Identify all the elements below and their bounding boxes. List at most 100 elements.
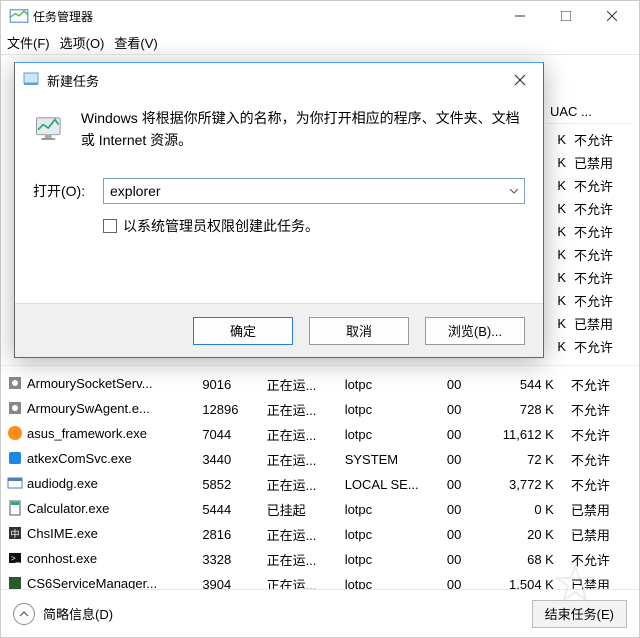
process-icon [7,375,23,391]
process-name: asus_framework.exe [27,426,147,441]
process-pid: 3328 [196,547,260,572]
process-icon [7,575,23,589]
new-task-dialog: 新建任务 Windows 将根据你所键入的名称，为你打开相应的程序、文件夹、文档… [14,62,544,358]
partial-row: K不允许 [546,289,632,312]
process-mem: 72 K [472,447,565,472]
browse-button[interactable]: 浏览(B)... [425,317,525,345]
partial-row: K不允许 [546,174,632,197]
process-icon [7,500,23,516]
process-user: lotpc [338,572,435,590]
process-name: ChsIME.exe [27,526,98,541]
process-status: 正在运... [260,472,338,497]
process-mem: 68 K [472,547,565,572]
table-row[interactable]: asus_framework.exe7044正在运...lotpc0011,61… [1,422,639,447]
process-pid: 12896 [196,397,260,422]
process-cpu: 00 [435,547,472,572]
process-cpu: 00 [435,472,472,497]
process-name: conhost.exe [27,551,97,566]
process-status: 正在运... [260,522,338,547]
menu-options[interactable]: 选项(O) [60,33,105,52]
process-icon [7,425,23,441]
process-cpu: 00 [435,522,472,547]
partial-row: K不允许 [546,335,632,358]
admin-checkbox-label: 以系统管理员权限创建此任务。 [123,216,319,236]
table-row[interactable]: CS6ServiceManager...3904正在运...lotpc001,5… [1,572,639,590]
process-status: 正在运... [260,397,338,422]
process-icon: 中 [7,525,23,541]
process-status: 正在运... [260,447,338,472]
process-uac: 不允许 [564,472,638,497]
table-row[interactable]: ArmourySocketServ...9016正在运...lotpc00544… [1,372,639,397]
partial-rows: K不允许K已禁用K不允许K不允许K不允许K不允许K不允许K不允许K已禁用K不允许 [546,128,632,358]
process-pid: 5852 [196,472,260,497]
cancel-button[interactable]: 取消 [309,317,409,345]
process-icon [7,475,23,491]
process-table: ArmourySocketServ...9016正在运...lotpc00544… [1,365,639,589]
footer: 简略信息(D) 结束任务(E) [1,589,639,637]
process-mem: 728 K [472,397,565,422]
svg-text:中: 中 [10,528,19,539]
dropdown-icon[interactable] [504,179,524,203]
process-icon: >_ [7,550,23,566]
run-icon [23,71,39,90]
brief-info-link[interactable]: 简略信息(D) [43,604,113,623]
process-icon [7,450,23,466]
process-mem: 0 K [472,497,565,522]
watermark-star-icon [555,563,595,606]
process-cpu: 00 [435,447,472,472]
process-uac: 不允许 [564,397,638,422]
process-pid: 9016 [196,372,260,397]
partial-row: K已禁用 [546,312,632,335]
process-user: lotpc [338,522,435,547]
process-icon [7,400,23,416]
process-uac: 不允许 [564,372,638,397]
dialog-title: 新建任务 [47,71,99,90]
minimize-button[interactable] [497,1,543,31]
process-cpu: 00 [435,572,472,590]
process-user: lotpc [338,397,435,422]
process-user: lotpc [338,422,435,447]
svg-text:>_: >_ [11,554,21,563]
process-pid: 5444 [196,497,260,522]
process-status: 正在运... [260,547,338,572]
process-pid: 2816 [196,522,260,547]
table-row[interactable]: 中ChsIME.exe2816正在运...lotpc0020 K已禁用 [1,522,639,547]
process-user: lotpc [338,372,435,397]
dialog-icon [33,107,67,149]
table-row[interactable]: audiodg.exe5852正在运...LOCAL SE...003,772 … [1,472,639,497]
table-row[interactable]: atkexComSvc.exe 3440正在运...SYSTEM0072 K不允许 [1,447,639,472]
ok-button[interactable]: 确定 [193,317,293,345]
process-uac: 不允许 [564,447,638,472]
dialog-close-button[interactable] [505,65,535,95]
process-name: CS6ServiceManager... [27,576,157,590]
title-bar: 任务管理器 [1,1,639,31]
partial-row: K不允许 [546,243,632,266]
process-name: atkexComSvc.exe [27,451,132,466]
process-user: lotpc [338,497,435,522]
process-name: Calculator.exe [27,501,109,516]
chevron-up-icon[interactable] [13,603,35,625]
open-input[interactable] [103,178,525,204]
table-row[interactable]: >_conhost.exe3328正在运...lotpc0068 K不允许 [1,547,639,572]
app-icon [9,6,29,26]
process-user: lotpc [338,547,435,572]
column-header-uac: UAC ... [546,100,632,124]
process-pid: 3440 [196,447,260,472]
process-cpu: 00 [435,422,472,447]
process-status: 正在运... [260,572,338,590]
partial-row: K已禁用 [546,151,632,174]
partial-row: K不允许 [546,197,632,220]
admin-checkbox[interactable] [103,219,117,233]
process-user: SYSTEM [338,447,435,472]
menu-file[interactable]: 文件(F) [7,33,50,52]
partial-row: K不允许 [546,266,632,289]
maximize-button[interactable] [543,1,589,31]
process-status: 已挂起 [260,497,338,522]
close-button[interactable] [589,1,635,31]
process-status: 正在运... [260,422,338,447]
menu-view[interactable]: 查看(V) [114,33,157,52]
window-title: 任务管理器 [33,8,93,25]
process-user: LOCAL SE... [338,472,435,497]
table-row[interactable]: Calculator.exe5444已挂起lotpc000 K已禁用 [1,497,639,522]
table-row[interactable]: ArmourySwAgent.e...12896正在运...lotpc00728… [1,397,639,422]
